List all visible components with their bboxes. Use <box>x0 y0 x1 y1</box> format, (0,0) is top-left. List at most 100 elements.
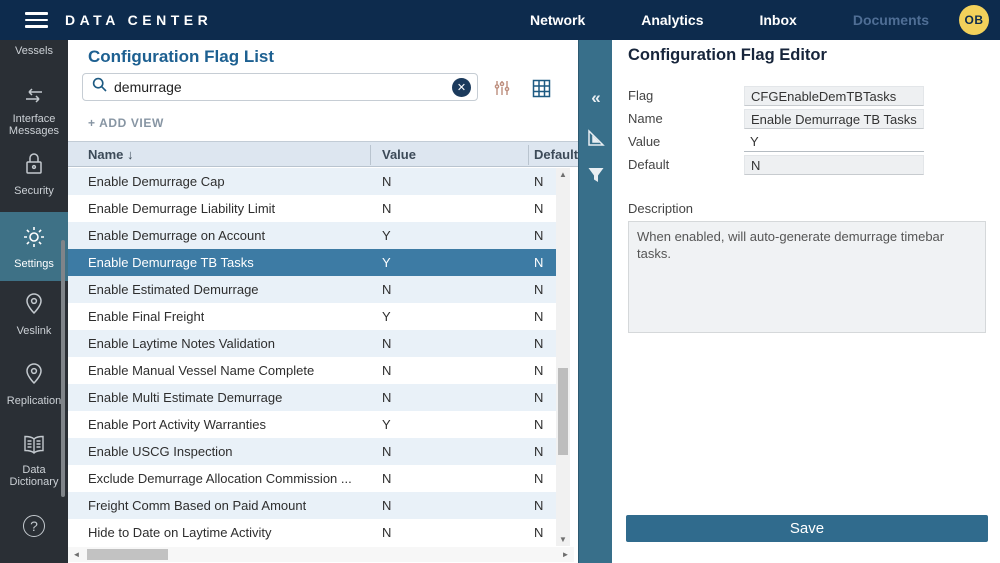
flag-name-cell: Enable Manual Vessel Name Complete <box>88 363 314 378</box>
flag-name-cell: Enable Port Activity Warranties <box>88 417 266 432</box>
sidebar-scrollbar[interactable] <box>61 240 65 497</box>
sidebar-item-data-dictionary[interactable]: Data Dictionary <box>0 435 68 489</box>
field-row-value: Value Y <box>628 130 984 153</box>
flag-value-cell: N <box>382 201 391 216</box>
panel-toolbar-strip: « <box>578 40 612 563</box>
description-label: Description <box>628 201 693 216</box>
flag-value-cell: N <box>382 498 391 513</box>
description-field[interactable]: When enabled, will auto-generate demurra… <box>628 221 986 333</box>
sidebar-item-interface-messages[interactable]: Interface Messages <box>0 88 68 138</box>
table-row[interactable]: Enable USCG Inspection N N <box>68 438 556 465</box>
clear-search-icon[interactable]: ✕ <box>452 78 471 97</box>
column-header-default[interactable]: Default <box>534 147 578 162</box>
map-pin-icon <box>0 292 68 320</box>
sidebar-item-settings[interactable]: Settings <box>0 212 68 281</box>
sidebar-item-label: Security <box>14 185 54 197</box>
column-header-value[interactable]: Value <box>382 147 416 162</box>
list-title: Configuration Flag List <box>88 47 274 67</box>
flag-value-cell: Y <box>382 417 391 432</box>
sidebar-item-security[interactable]: Security <box>0 152 68 197</box>
help-icon: ? <box>23 515 45 537</box>
hamburger-menu-icon[interactable] <box>25 12 48 28</box>
nav-documents[interactable]: Documents <box>853 12 929 28</box>
table-row[interactable]: Enable Port Activity Warranties Y N <box>68 411 556 438</box>
user-avatar[interactable]: OB <box>959 5 989 35</box>
search-icon <box>92 77 107 97</box>
add-view-button[interactable]: + ADD VIEW <box>88 116 164 130</box>
sidebar-item-label: Replication <box>7 395 61 407</box>
flag-value-cell: Y <box>382 228 391 243</box>
table-row[interactable]: Enable Demurrage TB Tasks Y N <box>68 249 556 276</box>
table-row[interactable]: Enable Demurrage Cap N N <box>68 168 556 195</box>
flag-default-cell: N <box>534 444 543 459</box>
sidebar-item-veslink[interactable]: Veslink <box>0 292 68 337</box>
horizontal-scrollbar[interactable]: ◄ ► <box>68 547 574 562</box>
sidebar-item-label: Interface Messages <box>9 113 59 138</box>
vertical-scrollbar-thumb[interactable] <box>558 368 568 455</box>
open-book-icon <box>0 435 68 459</box>
transfer-arrows-icon <box>0 88 68 108</box>
value-field[interactable]: Y <box>744 132 924 152</box>
vertical-scrollbar[interactable]: ▲ ▼ <box>556 168 570 546</box>
sidebar-item-label: Vessels <box>15 45 53 57</box>
collapse-panel-icon[interactable]: « <box>579 88 613 108</box>
flag-name-cell: Exclude Demurrage Allocation Commission … <box>88 471 352 486</box>
search-input[interactable] <box>114 79 452 95</box>
scroll-up-icon[interactable]: ▲ <box>556 168 570 181</box>
scroll-right-icon[interactable]: ► <box>559 547 572 562</box>
flag-field[interactable]: CFGEnableDemTBTasks <box>744 86 924 106</box>
table-row[interactable]: Exclude Demurrage Allocation Commission … <box>68 465 556 492</box>
sidebar-item-vessels[interactable]: Vessels <box>0 45 68 58</box>
table-row[interactable]: Freight Comm Based on Paid Amount N N <box>68 492 556 519</box>
flag-value-cell: N <box>382 282 391 297</box>
table-row[interactable]: Enable Demurrage Liability Limit N N <box>68 195 556 222</box>
flag-value-cell: N <box>382 363 391 378</box>
scroll-left-icon[interactable]: ◄ <box>70 547 83 562</box>
filter-settings-icon[interactable] <box>493 79 511 102</box>
flag-value-cell: N <box>382 444 391 459</box>
flag-default-cell: N <box>534 309 543 324</box>
configuration-flag-list-panel: Configuration Flag List ✕ + ADD VIEW Nam… <box>68 40 578 563</box>
sort-descending-icon: ↓ <box>127 147 134 162</box>
sidebar: Vessels Interface Messages Security Sett… <box>0 40 68 563</box>
save-button[interactable]: Save <box>626 515 988 542</box>
search-box: ✕ <box>82 73 478 101</box>
nav-inbox[interactable]: Inbox <box>759 12 796 28</box>
flag-default-cell: N <box>534 282 543 297</box>
top-navigation: Network Analytics Inbox Documents <box>530 0 929 40</box>
table-row[interactable]: Enable Final Freight Y N <box>68 303 556 330</box>
flag-name-cell: Enable Demurrage Cap <box>88 174 225 189</box>
map-pin-icon <box>0 362 68 390</box>
flag-value-cell: N <box>382 471 391 486</box>
flag-name-cell: Enable Demurrage Liability Limit <box>88 201 275 216</box>
flag-value-cell: Y <box>382 255 391 270</box>
nav-analytics[interactable]: Analytics <box>641 12 703 28</box>
sidebar-item-replication[interactable]: Replication <box>0 362 68 407</box>
column-separator <box>528 145 529 165</box>
scroll-down-icon[interactable]: ▼ <box>556 533 570 546</box>
flag-default-cell: N <box>534 255 543 270</box>
column-header-name[interactable]: Name ↓ <box>88 147 134 162</box>
flag-name-cell: Freight Comm Based on Paid Amount <box>88 498 306 513</box>
table-row[interactable]: Hide to Date on Laytime Activity N N <box>68 519 556 546</box>
field-label: Default <box>628 157 744 172</box>
filter-funnel-icon[interactable] <box>579 166 613 189</box>
flag-name-cell: Enable USCG Inspection <box>88 444 233 459</box>
table-row[interactable]: Enable Multi Estimate Demurrage N N <box>68 384 556 411</box>
table-row[interactable]: Enable Manual Vessel Name Complete N N <box>68 357 556 384</box>
flag-value-cell: N <box>382 390 391 405</box>
nav-network[interactable]: Network <box>530 12 585 28</box>
table-row[interactable]: Enable Estimated Demurrage N N <box>68 276 556 303</box>
grid-view-icon[interactable] <box>532 79 551 103</box>
table-row[interactable]: Enable Laytime Notes Validation N N <box>68 330 556 357</box>
select-tool-icon[interactable] <box>579 128 613 153</box>
flag-name-cell: Hide to Date on Laytime Activity <box>88 525 272 540</box>
flag-default-cell: N <box>534 525 543 540</box>
flag-name-cell: Enable Estimated Demurrage <box>88 282 259 297</box>
name-field[interactable]: Enable Demurrage TB Tasks <box>744 109 924 129</box>
default-field[interactable]: N <box>744 155 924 175</box>
field-label: Name <box>628 111 744 126</box>
horizontal-scrollbar-thumb[interactable] <box>87 549 168 560</box>
table-row[interactable]: Enable Demurrage on Account Y N <box>68 222 556 249</box>
sidebar-help-button[interactable]: ? <box>0 515 68 537</box>
